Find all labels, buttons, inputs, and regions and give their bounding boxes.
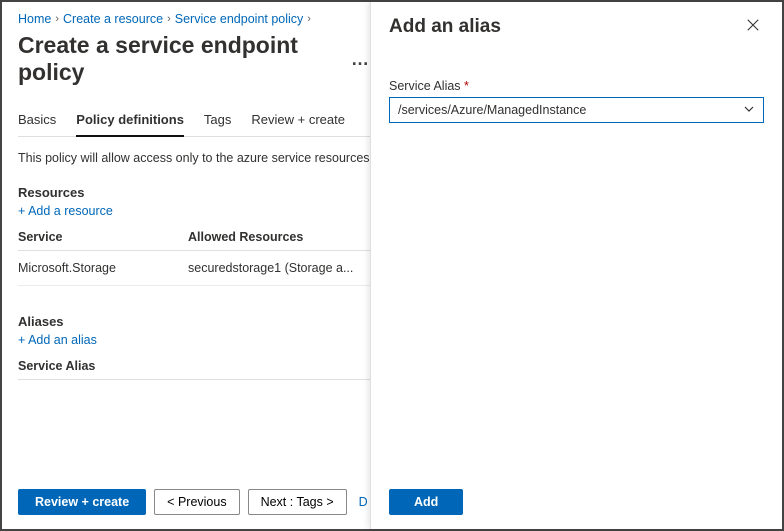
breadcrumb-create-resource[interactable]: Create a resource: [63, 12, 163, 26]
tab-basics[interactable]: Basics: [18, 112, 56, 136]
cutoff-text: D: [359, 495, 368, 509]
wizard-footer: Review + create < Previous Next : Tags >…: [18, 477, 370, 529]
aliases-table: Service Alias: [18, 353, 370, 380]
tab-policy-definitions[interactable]: Policy definitions: [76, 112, 184, 137]
tabs: Basics Policy definitions Tags Review + …: [18, 112, 370, 137]
chevron-right-icon: ›: [55, 13, 59, 25]
resources-heading: Resources: [18, 185, 370, 200]
chevron-right-icon: ›: [307, 13, 311, 25]
aliases-heading: Aliases: [18, 314, 370, 329]
panel-footer: Add: [389, 477, 764, 529]
tab-tags[interactable]: Tags: [204, 112, 231, 136]
add-button[interactable]: Add: [389, 489, 463, 515]
table-row[interactable]: Microsoft.Storage securedstorage1 (Stora…: [18, 251, 370, 286]
more-icon[interactable]: …: [351, 49, 370, 70]
chevron-down-icon: [743, 103, 755, 118]
breadcrumb: Home › Create a resource › Service endpo…: [18, 12, 370, 26]
resource-allowed: securedstorage1 (Storage a...: [188, 251, 370, 286]
resources-col-service: Service: [18, 224, 188, 251]
service-alias-label: Service Alias *: [389, 79, 764, 93]
add-resource-link[interactable]: + Add a resource: [18, 204, 370, 218]
required-indicator: *: [464, 79, 469, 93]
add-alias-link[interactable]: + Add an alias: [18, 333, 370, 347]
resource-service: Microsoft.Storage: [18, 251, 188, 286]
resources-table: Service Allowed Resources Microsoft.Stor…: [18, 224, 370, 286]
main-content: Home › Create a resource › Service endpo…: [2, 2, 370, 529]
tab-review-create[interactable]: Review + create: [251, 112, 345, 136]
breadcrumb-service-endpoint-policy[interactable]: Service endpoint policy: [175, 12, 304, 26]
add-alias-panel: Add an alias Service Alias * /services/A…: [370, 2, 782, 529]
aliases-col-service-alias: Service Alias: [18, 353, 370, 380]
close-icon[interactable]: [742, 16, 764, 39]
review-create-button[interactable]: Review + create: [18, 489, 146, 515]
next-button[interactable]: Next : Tags >: [248, 489, 347, 515]
previous-button[interactable]: < Previous: [154, 489, 239, 515]
resources-col-allowed: Allowed Resources: [188, 224, 370, 251]
breadcrumb-home[interactable]: Home: [18, 12, 51, 26]
chevron-right-icon: ›: [167, 13, 171, 25]
page-title: Create a service endpoint policy …: [18, 32, 370, 86]
service-alias-select[interactable]: /services/Azure/ManagedInstance: [389, 97, 764, 123]
panel-title: Add an alias: [389, 16, 501, 38]
service-alias-value: /services/Azure/ManagedInstance: [398, 103, 586, 117]
policy-description: This policy will allow access only to th…: [18, 151, 370, 165]
